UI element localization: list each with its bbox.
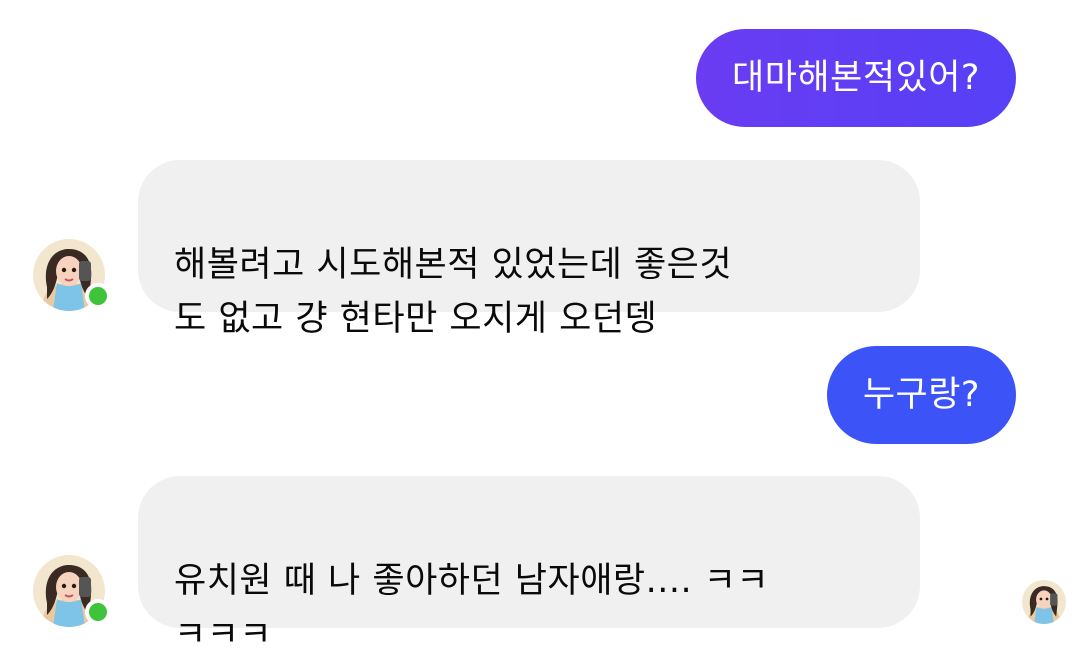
seen-avatar-icon — [1022, 580, 1066, 624]
message-text: 누구랑? — [862, 375, 980, 415]
contact-avatar[interactable] — [33, 555, 111, 627]
seen-receipt-avatar — [1022, 580, 1066, 624]
outgoing-message-bubble[interactable]: 대마해본적있어? — [696, 29, 1016, 127]
online-status-icon — [85, 599, 111, 625]
message-text: 해볼려고 시도해본적 있었는데 좋은것 도 없고 걍 현타만 오지게 오던뎅 — [174, 245, 733, 339]
incoming-message-bubble[interactable]: 해볼려고 시도해본적 있었는데 좋은것 도 없고 걍 현타만 오지게 오던뎅 — [138, 160, 920, 339]
message-text: 유치원 때 나 좋아하던 남자애랑.... ㅋㅋ ㅋㅋㅋ — [174, 561, 770, 655]
message-text: 대마해본적있어? — [732, 58, 980, 98]
incoming-message-bubble[interactable]: 유치원 때 나 좋아하던 남자애랑.... ㅋㅋ ㅋㅋㅋ — [138, 476, 920, 655]
online-status-icon — [85, 283, 111, 309]
contact-avatar[interactable] — [33, 239, 111, 311]
outgoing-message-bubble[interactable]: 누구랑? — [826, 346, 1016, 444]
